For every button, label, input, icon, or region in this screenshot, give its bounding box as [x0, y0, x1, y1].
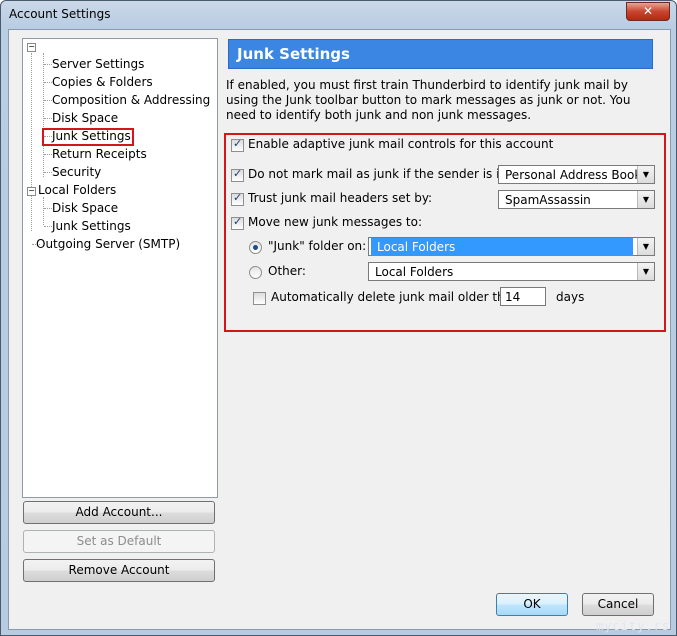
- tree-connector: [43, 53, 44, 177]
- whitelist-checkbox[interactable]: ✓: [231, 167, 244, 182]
- tree-item-security[interactable]: Security: [52, 165, 101, 179]
- tree-item-copies-folders[interactable]: Copies & Folders: [52, 75, 153, 89]
- tree-connector: [44, 118, 52, 119]
- junk-description: If enabled, you must first train Thunder…: [226, 78, 631, 122]
- radio-selected-icon: [253, 245, 258, 250]
- account-settings-window: Account Settings ✕ − Server Settings Cop…: [0, 0, 677, 636]
- checkmark-icon: ✓: [233, 137, 243, 150]
- tree-item-local-disk-space[interactable]: Disk Space: [52, 201, 118, 215]
- trust-headers-select[interactable]: SpamAssassin ▼: [498, 190, 655, 209]
- tree-item-server-settings[interactable]: Server Settings: [52, 57, 144, 71]
- dialog-client-area: − Server Settings Copies & Folders Compo…: [8, 29, 671, 630]
- tree-connector: [31, 53, 32, 231]
- move-junk-label[interactable]: Move new junk messages to:: [248, 215, 422, 229]
- tree-item-disk-space[interactable]: Disk Space: [52, 111, 118, 125]
- ok-button[interactable]: OK: [496, 593, 568, 616]
- close-icon[interactable]: ✕: [626, 2, 670, 21]
- tree-connector: [44, 226, 52, 227]
- enable-junk-checkbox[interactable]: ✓: [231, 137, 244, 152]
- junk-folder-select[interactable]: Local Folders ▼: [368, 237, 655, 256]
- tree-connector: [44, 172, 52, 173]
- tree-connector: [44, 64, 52, 65]
- trust-headers-checkbox[interactable]: ✓: [231, 191, 244, 206]
- tree-item-local-folders[interactable]: Local Folders: [38, 183, 116, 197]
- address-book-value: Personal Address Book: [505, 168, 642, 182]
- tree-connector: [44, 100, 52, 101]
- other-folder-select[interactable]: Local Folders ▼: [368, 262, 655, 281]
- auto-delete-checkbox[interactable]: [253, 292, 266, 305]
- window-title: Account Settings: [9, 7, 111, 21]
- checkmark-icon: ✓: [233, 167, 243, 180]
- tree-connector: [44, 82, 52, 83]
- other-folder-value: Local Folders: [375, 265, 454, 279]
- move-junk-checkbox[interactable]: ✓: [231, 215, 244, 230]
- watermark: mycity.rs: [595, 619, 670, 633]
- address-book-select[interactable]: Personal Address Book ▼: [498, 165, 655, 184]
- tree-item-composition-addressing[interactable]: Composition & Addressing: [52, 93, 210, 107]
- junk-folder-label[interactable]: "Junk" folder on:: [268, 239, 366, 253]
- trust-headers-label[interactable]: Trust junk mail headers set by:: [248, 191, 432, 205]
- trust-headers-value: SpamAssassin: [505, 193, 591, 207]
- set-as-default-button[interactable]: Set as Default: [23, 530, 215, 553]
- enable-junk-label[interactable]: Enable adaptive junk mail controls for t…: [248, 137, 553, 151]
- tree-item-junk-settings[interactable]: Junk Settings: [52, 129, 131, 143]
- chevron-down-icon[interactable]: ▼: [637, 191, 654, 208]
- other-folder-radio[interactable]: [249, 266, 262, 279]
- page-title: Junk Settings: [228, 39, 653, 69]
- chevron-down-icon[interactable]: ▼: [637, 263, 654, 280]
- checkmark-icon: ✓: [233, 215, 243, 228]
- tree-connector: [43, 197, 44, 225]
- tree-connector: [44, 154, 52, 155]
- whitelist-label[interactable]: Do not mark mail as junk if the sender i…: [248, 167, 511, 181]
- tree-item-return-receipts[interactable]: Return Receipts: [52, 147, 147, 161]
- remove-account-button[interactable]: Remove Account: [23, 559, 215, 582]
- chevron-down-icon[interactable]: ▼: [637, 166, 654, 183]
- auto-delete-label[interactable]: Automatically delete junk mail older tha…: [271, 290, 520, 304]
- collapse-icon[interactable]: −: [27, 187, 36, 196]
- auto-delete-days-input[interactable]: 14: [500, 287, 546, 306]
- tree-item-local-junk-settings[interactable]: Junk Settings: [52, 219, 131, 233]
- junk-folder-radio[interactable]: [249, 241, 262, 254]
- days-label: days: [556, 290, 585, 304]
- add-account-button[interactable]: Add Account...: [23, 501, 215, 524]
- cancel-button[interactable]: Cancel: [582, 593, 654, 616]
- chevron-down-icon[interactable]: ▼: [637, 238, 654, 255]
- tree-connector: [44, 208, 52, 209]
- other-folder-label[interactable]: Other:: [268, 264, 306, 278]
- checkmark-icon: ✓: [233, 191, 243, 204]
- title-bar[interactable]: Account Settings ✕: [1, 1, 676, 29]
- junk-folder-value: Local Folders: [371, 238, 633, 256]
- account-tree[interactable]: − Server Settings Copies & Folders Compo…: [22, 38, 218, 498]
- tree-item-outgoing-server[interactable]: Outgoing Server (SMTP): [36, 237, 180, 251]
- collapse-icon[interactable]: −: [27, 43, 36, 52]
